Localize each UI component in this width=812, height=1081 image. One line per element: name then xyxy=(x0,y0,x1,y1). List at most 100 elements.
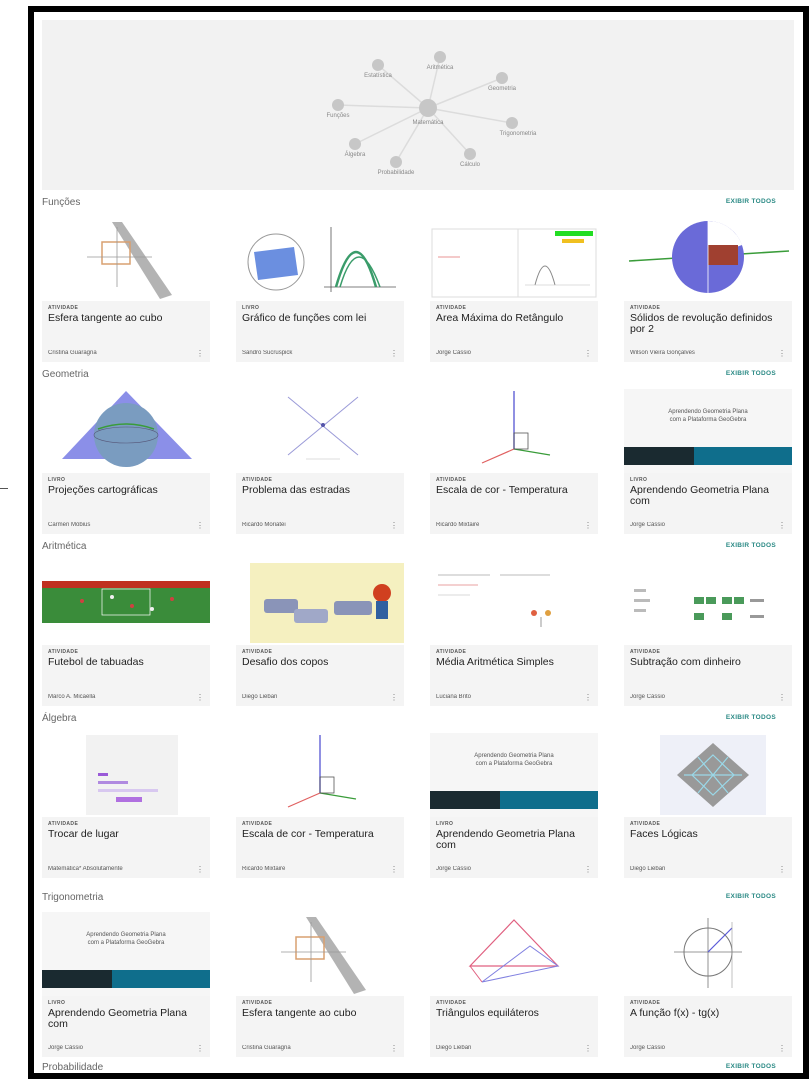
more-options-icon[interactable]: ⋮ xyxy=(196,865,204,874)
more-options-icon[interactable]: ⋮ xyxy=(778,349,786,358)
card-title[interactable]: Escala de cor - Temperatura xyxy=(436,485,592,518)
card-title[interactable]: Problema das estradas xyxy=(242,485,398,518)
topic-node-6[interactable]: Álgebra xyxy=(345,151,366,158)
more-options-icon[interactable]: ⋮ xyxy=(584,1044,592,1053)
see-all-link[interactable]: EXIBIR TODOS xyxy=(726,370,776,377)
card-title[interactable]: Desafio dos copos xyxy=(242,657,398,690)
edge-marker xyxy=(0,488,8,489)
more-options-icon[interactable]: ⋮ xyxy=(196,349,204,358)
material-card[interactable]: ATIVIDADE Sólidos de revolução definidos… xyxy=(624,217,792,362)
card-author[interactable]: Cristina Guaragna xyxy=(48,350,188,356)
more-options-icon[interactable]: ⋮ xyxy=(778,1044,786,1053)
more-options-icon[interactable]: ⋮ xyxy=(390,1044,398,1053)
topic-node-center[interactable]: Matemática xyxy=(412,120,444,126)
topic-node-1[interactable]: Aritmética xyxy=(427,65,454,71)
more-options-icon[interactable]: ⋮ xyxy=(390,521,398,530)
card-title[interactable]: Aprendendo Geometria Plana com xyxy=(630,485,786,518)
more-options-icon[interactable]: ⋮ xyxy=(196,693,204,702)
card-title[interactable]: Esfera tangente ao cubo xyxy=(242,1008,398,1041)
topic-node-4[interactable]: Cálculo xyxy=(460,162,481,168)
material-card[interactable]: ATIVIDADE Subtração com dinheiro Jorge C… xyxy=(624,561,792,706)
material-card[interactable]: ATIVIDADE Área Máxima do Retângulo Jorge… xyxy=(430,217,598,362)
more-options-icon[interactable]: ⋮ xyxy=(584,693,592,702)
card-thumbnail: Aprendendo Geometria Plana com a Platafo… xyxy=(624,389,792,473)
see-all-link[interactable]: EXIBIR TODOS xyxy=(726,1063,776,1070)
material-card[interactable]: ATIVIDADE Futebol de tabuadas Marco A. M… xyxy=(42,561,210,706)
card-title[interactable]: Subtração com dinheiro xyxy=(630,657,786,690)
topic-node-8[interactable]: Estatística xyxy=(364,73,392,79)
card-title[interactable]: Área Máxima do Retângulo xyxy=(436,313,592,346)
section-probabilidade: Probabilidade EXIBIR TODOS xyxy=(42,1060,794,1073)
topic-map[interactable]: Matemática Aritmética Geometria Trigonom… xyxy=(42,20,794,190)
card-title[interactable]: Futebol de tabuadas xyxy=(48,657,204,690)
card-author[interactable]: Jorge Cássio xyxy=(436,866,576,872)
more-options-icon[interactable]: ⋮ xyxy=(584,349,592,358)
card-author[interactable]: Luciana Brito xyxy=(436,694,576,700)
card-author[interactable]: Cristina Guaragna xyxy=(242,1045,382,1051)
card-author[interactable]: Matemática* Absolutamente xyxy=(48,866,188,872)
card-title[interactable]: Projeções cartográficas xyxy=(48,485,204,518)
card-author[interactable]: Carmen Möbius xyxy=(48,522,188,528)
see-all-link[interactable]: EXIBIR TODOS xyxy=(726,198,776,205)
topic-node-7[interactable]: Funções xyxy=(326,113,349,119)
material-card[interactable]: ATIVIDADE Problema das estradas Ricardo … xyxy=(236,389,404,534)
more-options-icon[interactable]: ⋮ xyxy=(778,865,786,874)
material-card[interactable]: ATIVIDADE Média Aritmética Simples Lucia… xyxy=(430,561,598,706)
card-author[interactable]: Diego Lieban xyxy=(436,1045,576,1051)
card-title[interactable]: Faces Lógicas xyxy=(630,829,786,862)
topic-node-2[interactable]: Geometria xyxy=(488,86,517,92)
card-title[interactable]: Gráfico de funções com lei xyxy=(242,313,398,346)
card-author[interactable]: Jorge Cássio xyxy=(48,1045,188,1051)
more-options-icon[interactable]: ⋮ xyxy=(196,521,204,530)
more-options-icon[interactable]: ⋮ xyxy=(778,693,786,702)
material-card[interactable]: ATIVIDADE Desafio dos copos Diego Lieban… xyxy=(236,561,404,706)
more-options-icon[interactable]: ⋮ xyxy=(390,693,398,702)
card-author[interactable]: Diego Lieban xyxy=(630,866,770,872)
material-card[interactable]: ATIVIDADE Escala de cor - Temperatura Ri… xyxy=(430,389,598,534)
see-all-link[interactable]: EXIBIR TODOS xyxy=(726,542,776,549)
card-title[interactable]: Trocar de lugar xyxy=(48,829,204,862)
card-title[interactable]: Esfera tangente ao cubo xyxy=(48,313,204,346)
material-card[interactable]: LIVRO Projeções cartográficas Carmen Möb… xyxy=(42,389,210,534)
more-options-icon[interactable]: ⋮ xyxy=(778,521,786,530)
material-card[interactable]: Aprendendo Geometria Plana com a Platafo… xyxy=(42,912,210,1057)
card-author[interactable]: Jorge Cássio xyxy=(630,694,770,700)
card-author[interactable]: Marco A. Micaella xyxy=(48,694,188,700)
card-author[interactable]: Ricardo Moriatei xyxy=(242,522,382,528)
card-author[interactable]: Ricardo Mixtaire xyxy=(242,866,382,872)
card-author[interactable]: Jorge Cássio xyxy=(630,1045,770,1051)
card-author[interactable]: Diego Lieban xyxy=(242,694,382,700)
material-card[interactable]: ATIVIDADE Escala de cor - Temperatura Ri… xyxy=(236,733,404,878)
card-title[interactable]: A função f(x) - tg(x) xyxy=(630,1008,786,1041)
material-card[interactable]: Aprendendo Geometria Plana com a Platafo… xyxy=(624,389,792,534)
card-title[interactable]: Média Aritmética Simples xyxy=(436,657,592,690)
topic-node-5[interactable]: Probabilidade xyxy=(378,170,415,176)
material-card[interactable]: ATIVIDADE Esfera tangente ao cubo Cristi… xyxy=(42,217,210,362)
more-options-icon[interactable]: ⋮ xyxy=(390,349,398,358)
material-card[interactable]: ATIVIDADE A função f(x) - tg(x) Jorge Cá… xyxy=(624,912,792,1057)
more-options-icon[interactable]: ⋮ xyxy=(196,1044,204,1053)
material-card[interactable]: ATIVIDADE Esfera tangente ao cubo Cristi… xyxy=(236,912,404,1057)
material-card[interactable]: ATIVIDADE Trocar de lugar Matemática* Ab… xyxy=(42,733,210,878)
more-options-icon[interactable]: ⋮ xyxy=(584,865,592,874)
material-card[interactable]: ATIVIDADE Triângulos equiláteros Diego L… xyxy=(430,912,598,1057)
card-title[interactable]: Aprendendo Geometria Plana com xyxy=(48,1008,204,1041)
card-author[interactable]: Wilson Vieira Gonçalves xyxy=(630,350,770,356)
card-title[interactable]: Aprendendo Geometria Plana com xyxy=(436,829,592,862)
card-title[interactable]: Triângulos equiláteros xyxy=(436,1008,592,1041)
see-all-link[interactable]: EXIBIR TODOS xyxy=(726,893,776,900)
card-author[interactable]: Ricardo Mixtaire xyxy=(436,522,576,528)
topic-node-3[interactable]: Trigonometria xyxy=(500,131,537,137)
material-card[interactable]: LIVRO Gráfico de funções com lei Sandro … xyxy=(236,217,404,362)
card-author[interactable]: Sandro Sucruspick xyxy=(242,350,382,356)
more-options-icon[interactable]: ⋮ xyxy=(390,865,398,874)
material-card[interactable]: ATIVIDADE Faces Lógicas Diego Lieban ⋮ xyxy=(624,733,792,878)
material-card[interactable]: Aprendendo Geometria Plana com a Platafo… xyxy=(430,733,598,878)
card-row: Aprendendo Geometria Plana com a Platafo… xyxy=(42,912,794,1058)
see-all-link[interactable]: EXIBIR TODOS xyxy=(726,714,776,721)
card-title[interactable]: Escala de cor - Temperatura xyxy=(242,829,398,862)
card-title[interactable]: Sólidos de revolução definidos por 2 xyxy=(630,313,786,346)
card-author[interactable]: Jorge Cássio xyxy=(630,522,770,528)
more-options-icon[interactable]: ⋮ xyxy=(584,521,592,530)
card-author[interactable]: Jorge Cássio xyxy=(436,350,576,356)
